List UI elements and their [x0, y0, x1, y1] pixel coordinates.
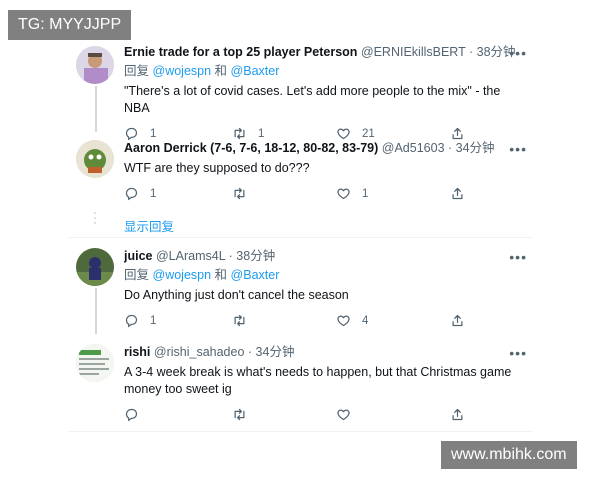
retweet-button[interactable]: 1: [232, 126, 264, 141]
more-options-icon[interactable]: •••: [509, 346, 527, 360]
tweet-text: A 3-4 week break is what's needs to happ…: [124, 365, 512, 396]
retweet-button[interactable]: [232, 407, 258, 422]
tweet-time[interactable]: · 34分钟: [448, 141, 495, 155]
reply-prefix: 回复: [124, 64, 150, 78]
like-count: 21: [362, 127, 375, 140]
author-name[interactable]: rishi: [124, 345, 150, 359]
like-button[interactable]: 21: [336, 126, 375, 141]
reply-button[interactable]: 1: [124, 186, 156, 201]
reply-button[interactable]: 1: [124, 313, 156, 328]
reply-button[interactable]: 1: [124, 126, 156, 141]
reply-and: 和: [214, 64, 228, 78]
reply-icon: [125, 314, 138, 328]
reply-count: 1: [150, 187, 157, 200]
tweet-time[interactable]: · 34分钟: [248, 345, 295, 359]
tweet-header: Aaron Derrick (7-6, 7-6, 18-12, 80-82, 8…: [124, 140, 527, 157]
retweet-button[interactable]: [232, 186, 258, 201]
retweet-icon: [234, 187, 245, 200]
avatar[interactable]: [76, 46, 114, 84]
reply-count: 1: [150, 127, 157, 140]
author-handle[interactable]: @Ad51603: [382, 141, 445, 155]
thread-connector: [95, 288, 97, 334]
share-icon: [452, 408, 463, 421]
share-icon: [452, 187, 463, 200]
reply-button[interactable]: [124, 407, 150, 422]
thread-dots: [93, 212, 97, 227]
share-button[interactable]: [450, 186, 465, 201]
retweet-icon: [234, 127, 245, 140]
tweet-actions: [124, 407, 527, 427]
tweet-actions: 1 4: [124, 313, 527, 333]
watermark-bottom-right: www.mbihk.com: [441, 441, 577, 469]
tweet[interactable]: Ernie trade for a top 25 player Peterson…: [124, 44, 527, 146]
avatar[interactable]: [76, 140, 114, 178]
tweet-time[interactable]: · 38分钟: [229, 249, 276, 263]
share-icon: [452, 314, 463, 327]
retweet-count: 1: [258, 127, 265, 140]
reply-prefix: 回复: [124, 268, 150, 282]
retweet-button[interactable]: [232, 313, 258, 328]
author-handle[interactable]: @LArams4L: [156, 249, 225, 263]
reply-count: 1: [150, 314, 157, 327]
author-handle[interactable]: @ERNIEkillsBERT: [361, 45, 466, 59]
heart-icon: [337, 128, 350, 140]
show-replies-link[interactable]: 显示回复: [124, 216, 174, 235]
divider: [68, 237, 533, 238]
reply-feed: Ernie trade for a top 25 player Peterson…: [68, 34, 533, 454]
tweet-header: Ernie trade for a top 25 player Peterson…: [124, 44, 527, 61]
retweet-icon: [234, 314, 245, 327]
author-name[interactable]: juice: [124, 249, 153, 263]
tweet-actions: 1 1: [124, 186, 527, 206]
tweet[interactable]: rishi @rishi_sahadeo · 34分钟 A 3-4 week b…: [124, 344, 527, 427]
heart-icon: [337, 409, 350, 421]
thread-connector: [95, 86, 97, 132]
like-button[interactable]: [336, 407, 362, 422]
heart-icon: [337, 315, 350, 327]
mention-link[interactable]: @wojespn: [153, 268, 212, 282]
tweet-text: WTF are they supposed to do???: [124, 161, 310, 175]
mention-link[interactable]: @wojespn: [153, 64, 212, 78]
more-options-icon[interactable]: •••: [509, 46, 527, 60]
tweet[interactable]: juice @LArams4L · 38分钟 回复 @wojespn 和 @Ba…: [124, 248, 527, 333]
like-count: 4: [362, 314, 369, 327]
avatar-image-aaron: [76, 140, 114, 178]
share-button[interactable]: [450, 126, 465, 141]
like-button[interactable]: 1: [336, 186, 368, 201]
author-name[interactable]: Aaron Derrick (7-6, 7-6, 18-12, 80-82, 8…: [124, 141, 378, 155]
heart-icon: [337, 188, 350, 200]
like-button[interactable]: 4: [336, 313, 368, 328]
reply-icon: [125, 127, 138, 141]
more-options-icon[interactable]: •••: [509, 142, 527, 156]
like-count: 1: [362, 187, 369, 200]
watermark-top-left: TG: MYYJJPP: [8, 10, 132, 40]
retweet-icon: [234, 408, 245, 421]
reply-icon: [125, 187, 138, 201]
share-button[interactable]: [450, 407, 465, 422]
tweet-text: "There's a lot of covid cases. Let's add…: [124, 84, 501, 115]
tweet-header: rishi @rishi_sahadeo · 34分钟: [124, 344, 527, 361]
reply-icon: [125, 408, 138, 422]
author-name[interactable]: Ernie trade for a top 25 player Peterson: [124, 45, 357, 59]
avatar[interactable]: [76, 248, 114, 286]
tweet-header: juice @LArams4L · 38分钟: [124, 248, 527, 265]
share-button[interactable]: [450, 313, 465, 328]
avatar-image-ernie: [76, 46, 114, 84]
avatar[interactable]: [76, 344, 114, 382]
author-handle[interactable]: @rishi_sahadeo: [154, 345, 245, 359]
mention-link[interactable]: @Baxter: [231, 64, 280, 78]
reply-and: 和: [214, 268, 228, 282]
tweet-text: Do Anything just don't cancel the season: [124, 288, 349, 302]
avatar-image-rishi: [76, 344, 114, 382]
more-options-icon[interactable]: •••: [509, 250, 527, 264]
divider: [68, 431, 533, 432]
replying-to: 回复 @wojespn 和 @Baxter: [124, 267, 527, 284]
mention-link[interactable]: @Baxter: [231, 268, 280, 282]
share-icon: [452, 127, 463, 140]
avatar-image-juice: [76, 248, 114, 286]
tweet[interactable]: Aaron Derrick (7-6, 7-6, 18-12, 80-82, 8…: [124, 140, 527, 206]
replying-to: 回复 @wojespn 和 @Baxter: [124, 63, 527, 80]
